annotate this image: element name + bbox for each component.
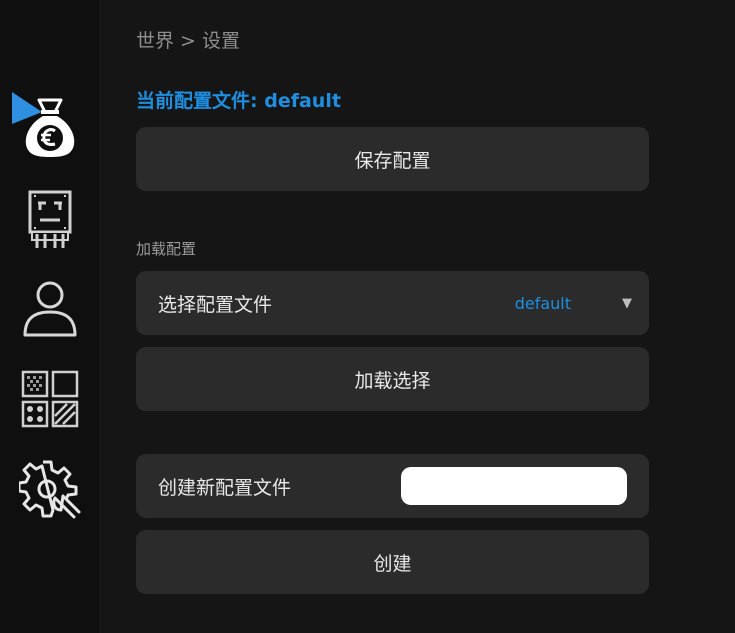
- settings-gear-wrench-icon: [18, 460, 80, 519]
- create-button[interactable]: 创建: [136, 530, 649, 594]
- chip-icon: [28, 190, 71, 248]
- sidebar-item-textures[interactable]: [0, 368, 99, 430]
- sidebar-item-economy[interactable]: [0, 92, 99, 162]
- new-profile-name-input[interactable]: [401, 467, 627, 505]
- breadcrumb: 世界 > 设置: [136, 30, 240, 52]
- load-config-section-title: 加载配置: [136, 240, 197, 258]
- profile-select-label: 选择配置文件: [158, 293, 273, 316]
- current-profile-value: default: [264, 90, 341, 112]
- profile-select-dropdown[interactable]: 选择配置文件 default ▼: [136, 271, 649, 335]
- sidebar: [0, 0, 99, 633]
- texture-grid-icon: [21, 370, 78, 428]
- sidebar-item-hardware[interactable]: [0, 186, 99, 252]
- create-profile-label: 创建新配置文件: [158, 476, 292, 499]
- save-config-button[interactable]: 保存配置: [136, 127, 649, 191]
- create-profile-row: 创建新配置文件: [136, 454, 649, 518]
- money-bag-euro-icon: [25, 98, 74, 157]
- current-profile-label: 当前配置文件:: [136, 90, 258, 112]
- load-selection-button[interactable]: 加载选择: [136, 347, 649, 411]
- user-icon: [23, 281, 76, 337]
- profile-select-value: default: [514, 293, 571, 313]
- current-profile-indicator: 当前配置文件: default: [136, 86, 341, 113]
- sidebar-item-settings[interactable]: [0, 456, 99, 522]
- chevron-down-icon: ▼: [622, 295, 632, 311]
- sidebar-item-profile[interactable]: [0, 276, 99, 340]
